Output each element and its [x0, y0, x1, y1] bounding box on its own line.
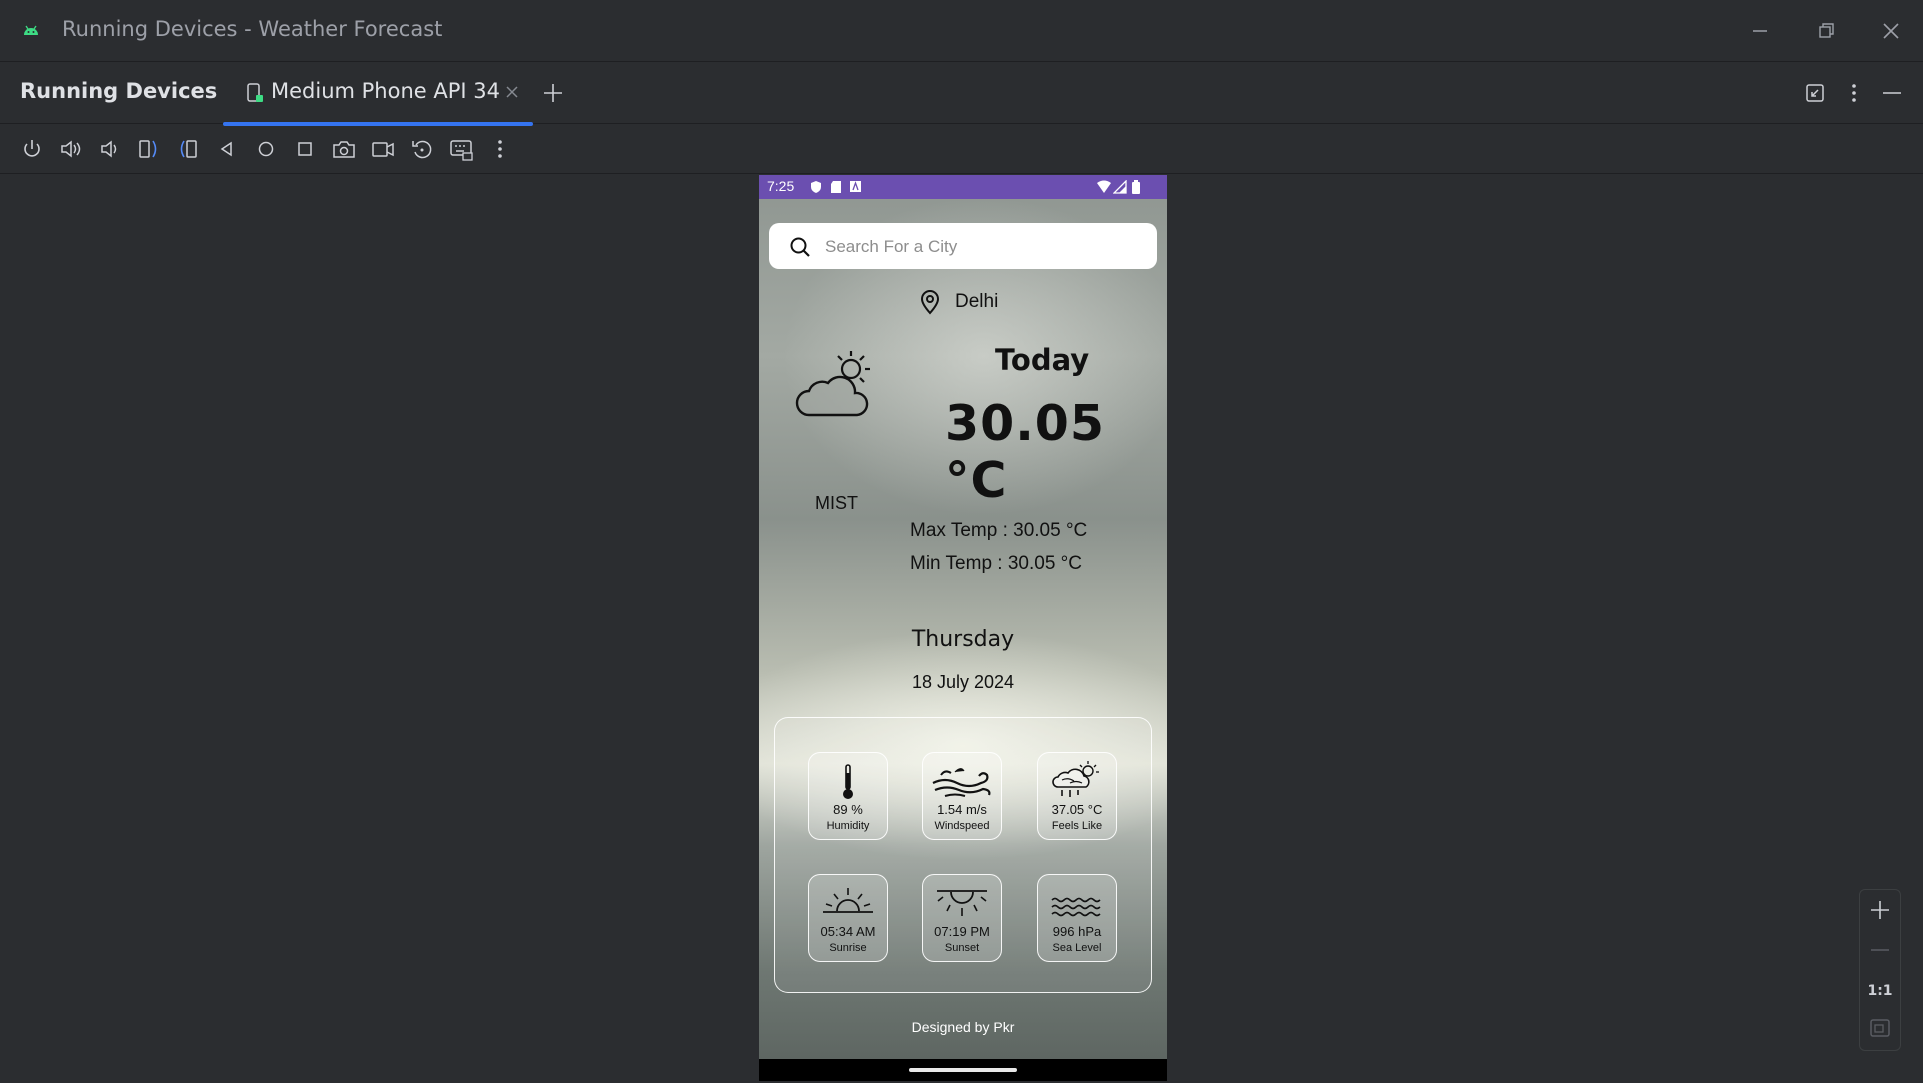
current-temperature: 30.05 °C [945, 395, 1105, 509]
home-icon[interactable] [253, 136, 279, 162]
keyboard-icon[interactable] [448, 136, 474, 162]
thermometer-icon [839, 763, 857, 801]
feels-like-card: 37.05 °C Feels Like [1037, 752, 1117, 840]
detach-icon[interactable] [1803, 81, 1827, 105]
device-screen[interactable]: 7:25 Delhi [759, 175, 1167, 1081]
weather-condition: MIST [815, 493, 858, 513]
feels-like-value: 37.05 °C [1051, 802, 1103, 817]
panel-title: Running Devices [20, 79, 218, 103]
sunrise-icon [821, 885, 875, 921]
location-pin-icon [919, 289, 941, 315]
rotate-right-icon[interactable] [175, 136, 201, 162]
feels-like-label: Feels Like [1051, 820, 1103, 832]
zoom-in-icon[interactable] [1868, 898, 1892, 922]
device-icon [245, 82, 265, 104]
screen-record-icon[interactable] [370, 136, 396, 162]
rotate-left-icon[interactable] [136, 136, 162, 162]
windspeed-card: 1.54 m/s Windspeed [922, 752, 1002, 840]
home-handle[interactable] [909, 1068, 1017, 1072]
tab-label: Medium Phone API 34 [271, 79, 500, 103]
search-input[interactable] [823, 232, 1147, 262]
sunset-label: Sunset [944, 942, 980, 954]
add-tab-icon[interactable] [541, 81, 565, 105]
sd-card-icon [829, 180, 843, 194]
volume-up-icon[interactable] [58, 136, 84, 162]
tab-close-icon[interactable] [505, 85, 519, 99]
today-label: Today [995, 343, 1090, 377]
gesture-nav-bar [759, 1059, 1167, 1081]
sunrise-label: Sunrise [829, 942, 867, 954]
minimize-icon[interactable] [1746, 17, 1774, 45]
overview-icon[interactable] [292, 136, 318, 162]
sunset-value: 07:19 PM [934, 924, 990, 939]
volume-down-icon[interactable] [97, 136, 123, 162]
footer-credit: Designed by Pkr [911, 1019, 1015, 1035]
humidity-card: 89 % Humidity [808, 752, 888, 840]
battery-icon [1131, 180, 1141, 194]
windspeed-label: Windspeed [934, 820, 990, 832]
day-name: Thursday [911, 627, 1015, 652]
more-icon[interactable] [487, 136, 513, 162]
hide-panel-icon[interactable] [1880, 81, 1904, 105]
status-bar: 7:25 [759, 175, 1167, 199]
max-temp: Max Temp : 30.05 °C [910, 520, 1088, 541]
zoom-fit-icon[interactable] [1868, 1016, 1892, 1040]
back-icon[interactable] [214, 136, 240, 162]
cellular-icon [1113, 180, 1127, 194]
date: 18 July 2024 [911, 672, 1015, 692]
humidity-label: Humidity [826, 820, 870, 832]
sunset-card: 07:19 PM Sunset [922, 874, 1002, 962]
shield-icon [809, 180, 823, 194]
sunset-icon [935, 885, 989, 921]
sea-level-label: Sea Level [1052, 942, 1102, 954]
sea-level-value: 996 hPa [1052, 924, 1102, 939]
window-title: Running Devices - Weather Forecast [62, 17, 443, 41]
tab-device[interactable]: Medium Phone API 34 [223, 62, 533, 126]
sunrise-value: 05:34 AM [820, 924, 876, 939]
windspeed-value: 1.54 m/s [937, 802, 987, 817]
zoom-controls: 1:1 [1859, 889, 1901, 1051]
reset-icon[interactable] [409, 136, 435, 162]
waves-icon [1050, 895, 1104, 919]
min-temp: Min Temp : 30.05 °C [910, 553, 1082, 574]
humidity-value: 89 % [833, 802, 863, 817]
sea-level-card: 996 hPa Sea Level [1037, 874, 1117, 962]
weather-details-panel: 89 % Humidity 1.54 m/s Windspeed 37.05 °… [774, 717, 1152, 993]
android-icon [20, 20, 42, 42]
restore-icon[interactable] [1812, 17, 1840, 45]
status-time: 7:25 [767, 178, 795, 194]
partly-cloudy-icon [795, 347, 881, 419]
search-bar[interactable] [769, 223, 1157, 269]
close-icon[interactable] [1877, 17, 1905, 45]
title-bar: Running Devices - Weather Forecast [0, 0, 1923, 62]
notification-a-icon [849, 180, 863, 194]
wifi-icon [1096, 180, 1112, 194]
zoom-out-icon[interactable] [1868, 938, 1892, 962]
device-toolbar [0, 124, 1923, 174]
city-name: Delhi [955, 291, 999, 312]
sunrise-card: 05:34 AM Sunrise [808, 874, 888, 962]
wind-icon [931, 763, 993, 799]
screenshot-icon[interactable] [331, 136, 357, 162]
tool-window-header: Running Devices Medium Phone API 34 [0, 62, 1923, 126]
cloud-rain-sun-icon [1050, 759, 1104, 799]
options-icon[interactable] [1842, 81, 1866, 105]
search-icon [789, 236, 811, 258]
zoom-actual-size-button[interactable]: 1:1 [1866, 983, 1894, 999]
power-icon[interactable] [19, 136, 45, 162]
